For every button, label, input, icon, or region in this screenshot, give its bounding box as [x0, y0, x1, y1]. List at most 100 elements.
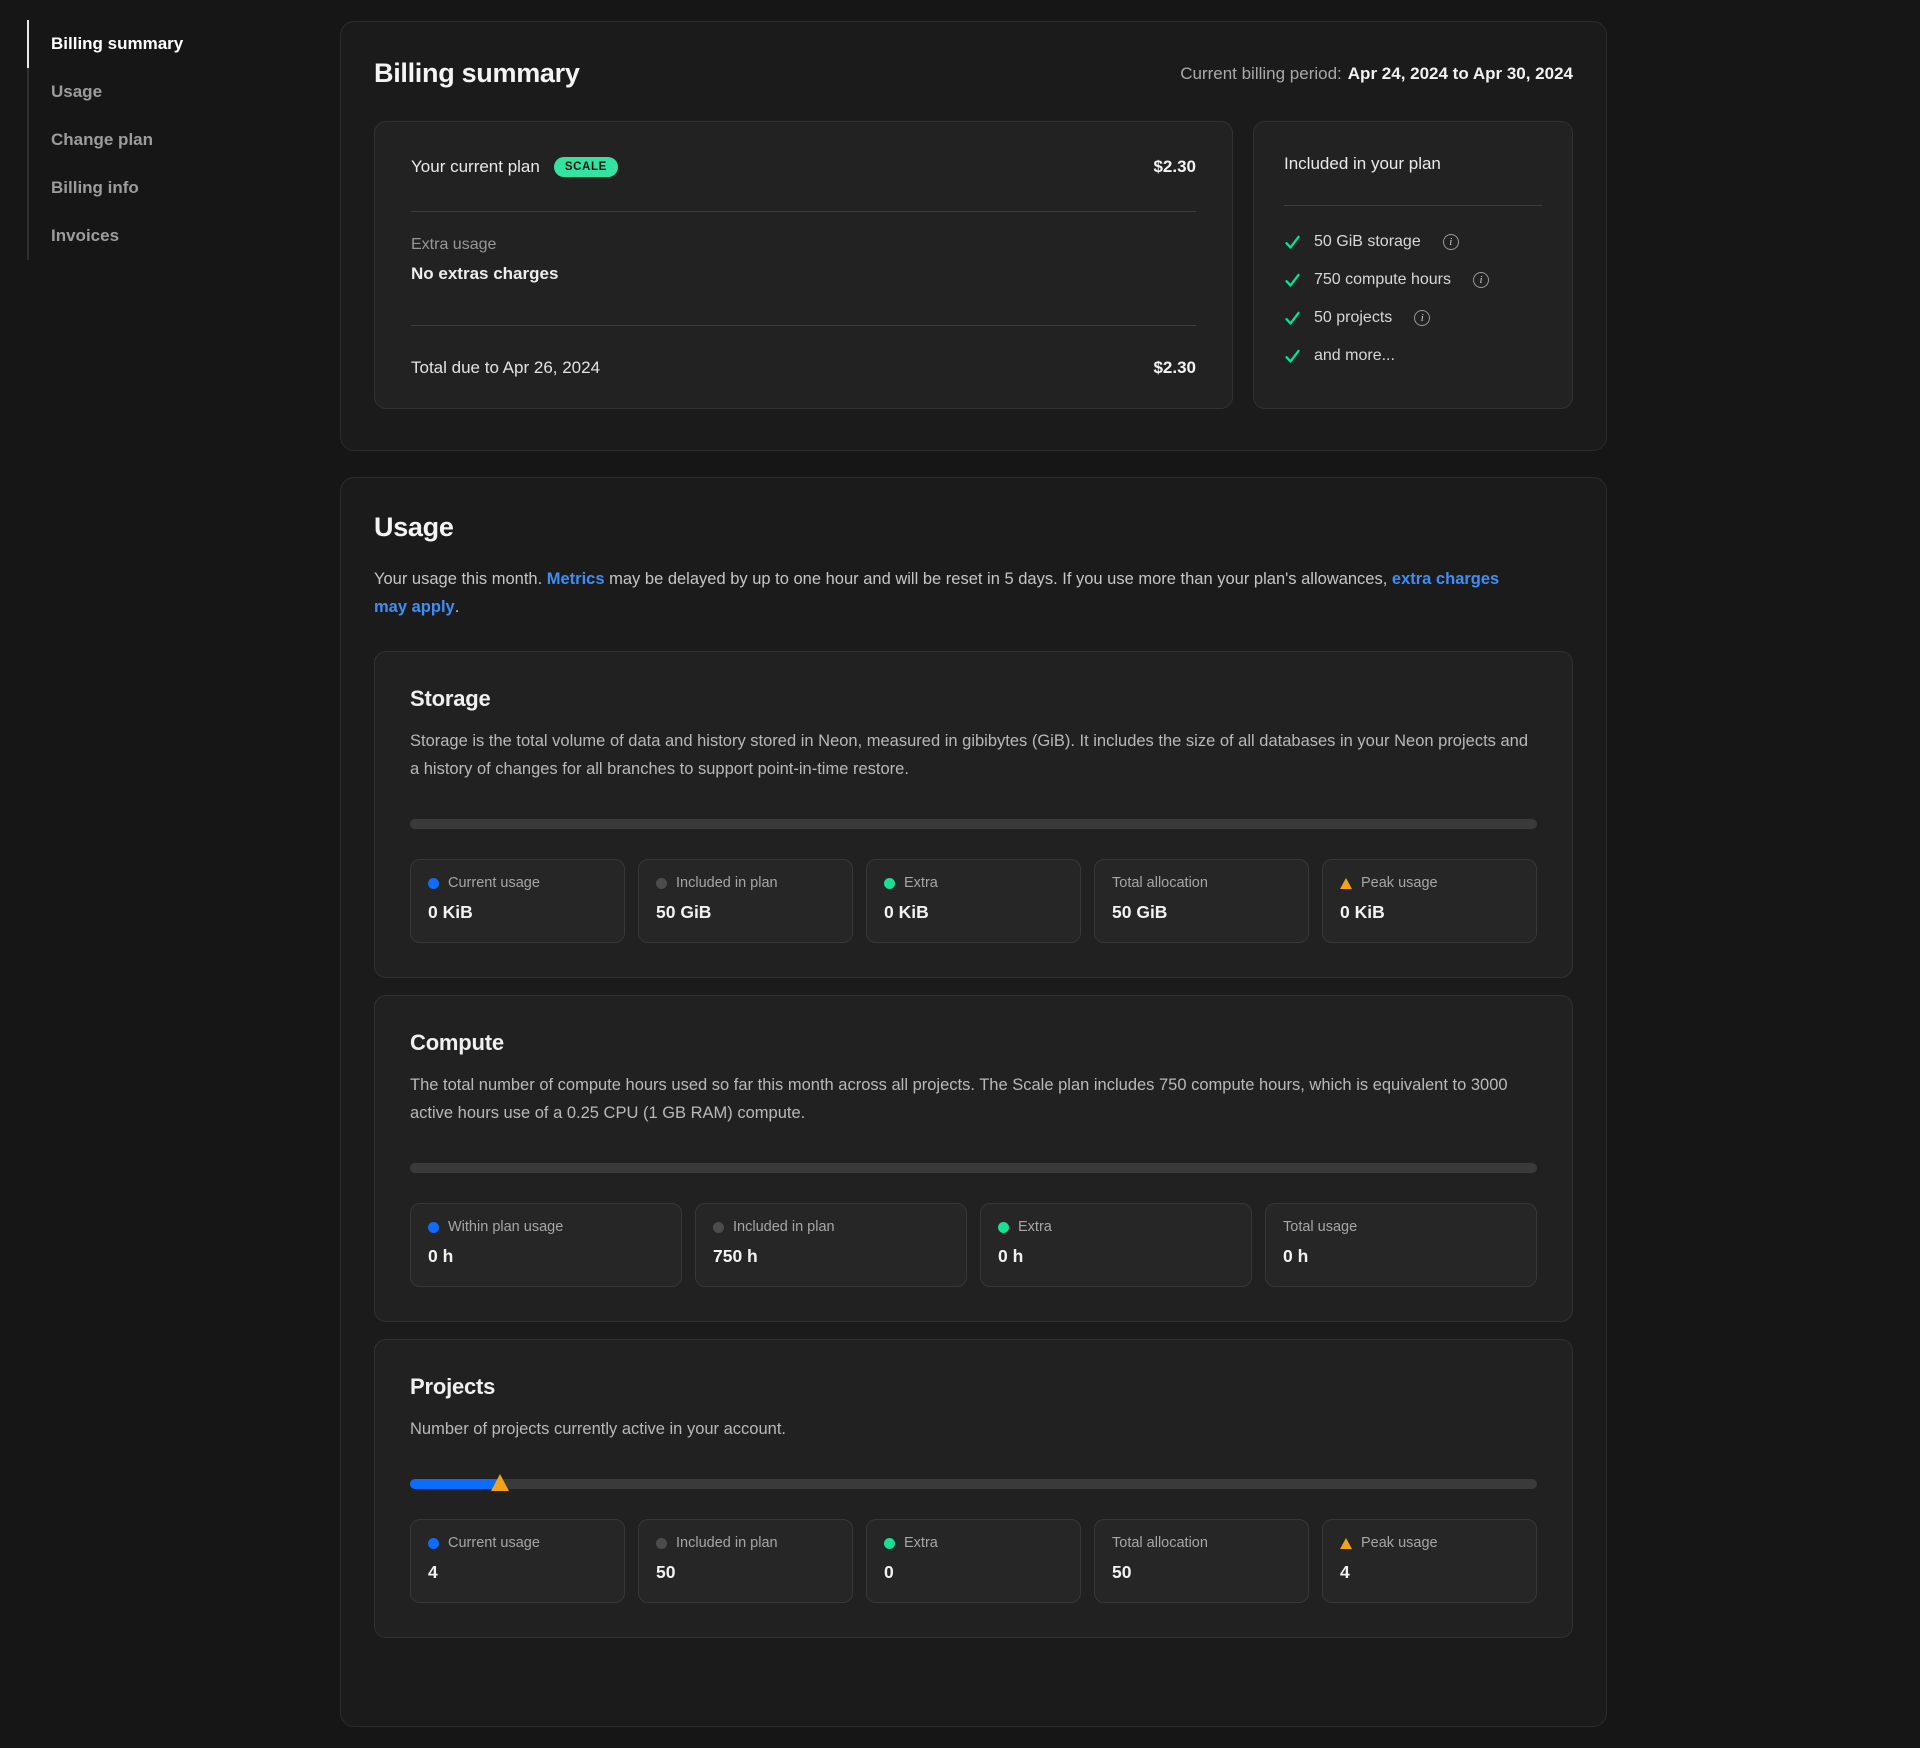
stat-value: 0 KiB [1340, 902, 1519, 923]
included-in-plan-panel: Included in your plan 50 GiB storage i 7… [1253, 121, 1573, 409]
billing-summary-header: Billing summary Current billing period: A… [374, 58, 1573, 89]
compute-title: Compute [410, 1030, 1537, 1056]
current-plan-label: Your current plan [411, 157, 540, 177]
usage-title: Usage [374, 512, 1573, 543]
green-dot-icon [884, 1538, 895, 1549]
check-icon [1284, 348, 1301, 365]
storage-stat-peak-usage: Peak usage 0 KiB [1322, 859, 1537, 943]
stat-value: 0 h [1283, 1246, 1519, 1267]
extra-usage-label: Extra usage [411, 236, 1196, 254]
stat-label: Current usage [448, 1535, 540, 1551]
billing-period-label: Current billing period: [1180, 64, 1342, 83]
stat-value: 4 [428, 1562, 607, 1583]
info-icon[interactable]: i [1443, 234, 1459, 250]
stat-value: 50 GiB [1112, 902, 1291, 923]
extra-usage-value: No extras charges [411, 264, 1196, 284]
compute-progress-bar [410, 1163, 1537, 1173]
billing-summary-card: Billing summary Current billing period: A… [340, 21, 1607, 451]
included-item-projects: 50 projects i [1284, 299, 1542, 337]
storage-stat-current-usage: Current usage 0 KiB [410, 859, 625, 943]
stat-value: 0 KiB [884, 902, 1063, 923]
stat-label: Total allocation [1112, 1535, 1208, 1551]
check-icon [1284, 310, 1301, 327]
peak-marker-icon [491, 1474, 509, 1491]
sidebar-item-change-plan[interactable]: Change plan [27, 116, 183, 164]
projects-progress-fill [410, 1479, 500, 1489]
included-item-more: and more... [1284, 337, 1542, 375]
plan-scale-badge: SCALE [554, 157, 618, 177]
stat-value: 0 KiB [428, 902, 607, 923]
storage-stat-included: Included in plan 50 GiB [638, 859, 853, 943]
storage-section: Storage Storage is the total volume of d… [374, 651, 1573, 978]
usage-card: Usage Your usage this month. Metrics may… [340, 477, 1607, 1727]
gray-dot-icon [656, 1538, 667, 1549]
projects-stat-included: Included in plan 50 [638, 1519, 853, 1603]
stat-value: 0 h [428, 1246, 664, 1267]
compute-section: Compute The total number of compute hour… [374, 995, 1573, 1322]
stat-label: Within plan usage [448, 1219, 563, 1235]
check-icon [1284, 272, 1301, 289]
stat-value: 0 [884, 1562, 1063, 1583]
compute-description: The total number of compute hours used s… [410, 1071, 1537, 1127]
plan-amount: $2.30 [1153, 157, 1196, 177]
intro-text: . [455, 598, 460, 616]
included-item-label: 50 projects [1314, 309, 1392, 327]
stat-value: 50 [656, 1562, 835, 1583]
compute-stat-extra: Extra 0 h [980, 1203, 1252, 1287]
green-dot-icon [998, 1222, 1009, 1233]
billing-summary-title: Billing summary [374, 58, 580, 89]
storage-stat-total-allocation: Total allocation 50 GiB [1094, 859, 1309, 943]
storage-description: Storage is the total volume of data and … [410, 727, 1537, 783]
compute-stat-included: Included in plan 750 h [695, 1203, 967, 1287]
stat-label: Extra [1018, 1219, 1052, 1235]
blue-dot-icon [428, 1222, 439, 1233]
storage-stat-extra: Extra 0 KiB [866, 859, 1081, 943]
stat-label: Extra [904, 1535, 938, 1551]
stat-value: 750 h [713, 1246, 949, 1267]
green-dot-icon [884, 878, 895, 889]
blue-dot-icon [428, 1538, 439, 1549]
sidebar-item-invoices[interactable]: Invoices [27, 212, 183, 260]
projects-stat-peak-usage: Peak usage 4 [1322, 1519, 1537, 1603]
stat-value: 4 [1340, 1562, 1519, 1583]
peak-triangle-icon [1340, 1538, 1352, 1549]
check-icon [1284, 234, 1301, 251]
included-item-storage: 50 GiB storage i [1284, 223, 1542, 261]
sidebar-item-usage[interactable]: Usage [27, 68, 183, 116]
stat-label: Extra [904, 875, 938, 891]
projects-stat-extra: Extra 0 [866, 1519, 1081, 1603]
gray-dot-icon [656, 878, 667, 889]
stat-value: 50 [1112, 1562, 1291, 1583]
gray-dot-icon [713, 1222, 724, 1233]
projects-title: Projects [410, 1374, 1537, 1400]
included-item-label: 750 compute hours [1314, 271, 1451, 289]
billing-sidebar: Billing summary Usage Change plan Billin… [27, 20, 183, 260]
sidebar-item-billing-info[interactable]: Billing info [27, 164, 183, 212]
peak-triangle-icon [1340, 878, 1352, 889]
stat-label: Peak usage [1361, 875, 1438, 891]
metrics-link[interactable]: Metrics [547, 570, 605, 588]
stat-label: Included in plan [676, 1535, 778, 1551]
info-icon[interactable]: i [1473, 272, 1489, 288]
intro-text: may be delayed by up to one hour and wil… [605, 570, 1392, 588]
storage-title: Storage [410, 686, 1537, 712]
billing-period: Current billing period: Apr 24, 2024 to A… [1180, 64, 1573, 84]
sidebar-item-billing-summary[interactable]: Billing summary [27, 20, 183, 68]
projects-description: Number of projects currently active in y… [410, 1415, 1537, 1443]
blue-dot-icon [428, 878, 439, 889]
info-icon[interactable]: i [1414, 310, 1430, 326]
stat-label: Included in plan [733, 1219, 835, 1235]
included-item-label: 50 GiB storage [1314, 233, 1421, 251]
compute-stat-total-usage: Total usage 0 h [1265, 1203, 1537, 1287]
included-item-label: and more... [1314, 347, 1395, 365]
projects-progress-bar [410, 1479, 1537, 1489]
included-item-compute: 750 compute hours i [1284, 261, 1542, 299]
stat-label: Total allocation [1112, 875, 1208, 891]
usage-intro: Your usage this month. Metrics may be de… [374, 565, 1514, 621]
projects-section: Projects Number of projects currently ac… [374, 1339, 1573, 1638]
storage-progress-bar [410, 819, 1537, 829]
stat-label: Peak usage [1361, 1535, 1438, 1551]
stat-label: Total usage [1283, 1219, 1357, 1235]
billing-period-value: Apr 24, 2024 to Apr 30, 2024 [1348, 64, 1573, 83]
stat-label: Current usage [448, 875, 540, 891]
